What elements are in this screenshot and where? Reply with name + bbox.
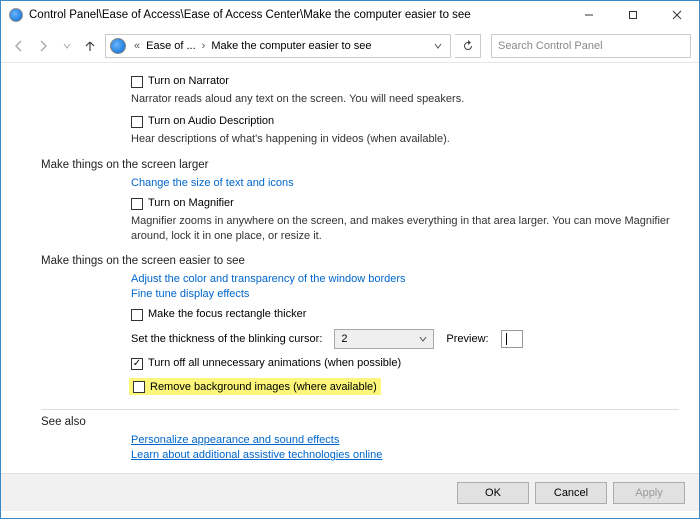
chevron-right-icon: › <box>198 40 210 52</box>
recent-dropdown[interactable] <box>57 36 77 56</box>
link-text-size[interactable]: Change the size of text and icons <box>131 177 679 189</box>
address-dropdown-icon[interactable] <box>428 42 448 50</box>
animations-label: Turn off all unnecessary animations (whe… <box>148 357 401 369</box>
close-button[interactable] <box>655 1 699 29</box>
cancel-button[interactable]: Cancel <box>535 482 607 504</box>
link-assistive[interactable]: Learn about additional assistive technol… <box>131 449 679 461</box>
apply-button[interactable]: Apply <box>613 482 685 504</box>
audio-desc: Hear descriptions of what's happening in… <box>131 132 679 147</box>
section-easier: Make things on the screen easier to see <box>41 255 679 267</box>
cursor-preview <box>501 330 523 348</box>
breadcrumb-ellipsis[interactable]: « <box>130 40 144 52</box>
ok-button[interactable]: OK <box>457 482 529 504</box>
divider <box>41 409 679 410</box>
link-borders[interactable]: Adjust the color and transparency of the… <box>131 273 679 285</box>
removebg-highlighted-row: Remove background images (where availabl… <box>129 378 381 395</box>
chevron-down-icon <box>419 335 427 343</box>
search-input[interactable]: Search Control Panel <box>491 34 691 58</box>
magnifier-label: Turn on Magnifier <box>148 197 234 209</box>
back-button[interactable] <box>9 36 29 56</box>
control-panel-icon <box>9 8 23 22</box>
window-buttons <box>567 1 699 29</box>
link-display[interactable]: Fine tune display effects <box>131 288 679 300</box>
nav-bar: « Ease of ... › Make the computer easier… <box>1 29 699 63</box>
window-title: Control Panel\Ease of Access\Ease of Acc… <box>29 9 567 21</box>
titlebar: Control Panel\Ease of Access\Ease of Acc… <box>1 1 699 29</box>
cursor-value: 2 <box>341 333 347 345</box>
narrator-label: Turn on Narrator <box>148 75 229 87</box>
search-placeholder: Search Control Panel <box>498 40 603 52</box>
focusrect-checkbox-row: Make the focus rectangle thicker <box>131 308 679 321</box>
breadcrumb-parent[interactable]: Ease of ... <box>144 40 198 52</box>
cursor-select[interactable]: 2 <box>334 329 434 349</box>
forward-button[interactable] <box>33 36 53 56</box>
removebg-checkbox[interactable] <box>133 381 145 393</box>
narrator-checkbox[interactable] <box>131 76 143 88</box>
magnifier-checkbox-row: Turn on Magnifier <box>131 197 679 210</box>
focusrect-checkbox[interactable] <box>131 309 143 321</box>
animations-checkbox[interactable] <box>131 358 143 370</box>
breadcrumb: « Ease of ... › Make the computer easier… <box>130 40 448 52</box>
see-also: See also <box>41 416 679 428</box>
focusrect-label: Make the focus rectangle thicker <box>148 308 306 320</box>
audio-checkbox[interactable] <box>131 116 143 128</box>
address-icon <box>110 38 126 54</box>
removebg-label: Remove background images (where availabl… <box>150 381 377 393</box>
refresh-button[interactable] <box>455 34 481 58</box>
cursor-label: Set the thickness of the blinking cursor… <box>131 333 322 345</box>
maximize-button[interactable] <box>611 1 655 29</box>
minimize-button[interactable] <box>567 1 611 29</box>
preview-label: Preview: <box>446 333 488 345</box>
content-area: Turn on Narrator Narrator reads aloud an… <box>1 63 699 473</box>
narrator-checkbox-row: Turn on Narrator <box>131 75 679 88</box>
magnifier-desc: Magnifier zooms in anywhere on the scree… <box>131 214 671 244</box>
magnifier-checkbox[interactable] <box>131 198 143 210</box>
cursor-thickness-row: Set the thickness of the blinking cursor… <box>131 329 679 349</box>
link-personalize[interactable]: Personalize appearance and sound effects <box>131 434 679 446</box>
footer: OK Cancel Apply <box>1 473 699 511</box>
section-larger: Make things on the screen larger <box>41 159 679 171</box>
address-bar[interactable]: « Ease of ... › Make the computer easier… <box>105 34 451 58</box>
audio-label: Turn on Audio Description <box>148 115 274 127</box>
cursor-bar-icon <box>506 333 508 345</box>
animations-checkbox-row: Turn off all unnecessary animations (whe… <box>131 357 679 370</box>
narrator-desc: Narrator reads aloud any text on the scr… <box>131 92 679 107</box>
audio-checkbox-row: Turn on Audio Description <box>131 115 679 128</box>
breadcrumb-current[interactable]: Make the computer easier to see <box>209 40 373 52</box>
up-button[interactable] <box>81 37 99 55</box>
